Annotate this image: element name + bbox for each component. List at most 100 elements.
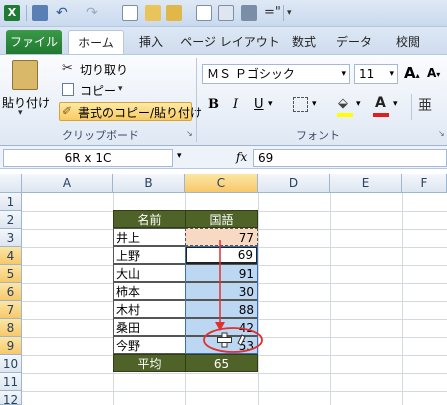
column-header-f[interactable]: F <box>402 174 447 193</box>
format-painter-icon: ✐ <box>62 104 73 118</box>
column-header-c[interactable]: C <box>185 174 258 193</box>
column-header-e[interactable]: E <box>330 174 402 193</box>
name-cell[interactable]: 上野 <box>113 246 186 264</box>
copy-source-cell[interactable]: 77 <box>185 228 258 246</box>
name-box[interactable]: 6R x 1C <box>3 149 173 167</box>
row-header[interactable]: 7 <box>0 301 22 319</box>
copy-icon[interactable] <box>62 83 74 96</box>
name-cell[interactable]: 柿本 <box>113 282 186 300</box>
average-value-cell[interactable]: 65 <box>185 354 258 372</box>
fx-button[interactable]: fx <box>236 150 247 164</box>
row-header[interactable]: 11 <box>0 373 22 391</box>
font-size-value: 11 <box>359 67 375 81</box>
group-separator <box>411 94 412 120</box>
score-cell[interactable]: 30 <box>185 282 258 300</box>
row-header[interactable]: 4 <box>0 247 22 265</box>
score-cell[interactable]: 88 <box>185 300 258 318</box>
borders-button[interactable] <box>293 97 308 112</box>
row-header[interactable]: 1 <box>0 193 22 211</box>
open-folder-icon[interactable] <box>145 5 161 21</box>
row-header[interactable]: 8 <box>0 319 22 337</box>
tab-formulas[interactable]: 数式 <box>284 30 324 54</box>
tab-file[interactable]: ファイル <box>6 30 62 54</box>
score-cell-active[interactable]: 69 <box>185 246 258 264</box>
redo-icon[interactable]: ↷ <box>86 5 102 21</box>
name-cell[interactable]: 井上 <box>113 228 186 246</box>
font-name-select[interactable]: ＭＳ Ｐゴシック ▾ <box>202 64 350 84</box>
quick-access-toolbar: X ↶ ↷ =" ▾ <box>0 0 447 27</box>
paste-button[interactable]: 貼り付け <box>2 94 50 111</box>
tab-review[interactable]: 校閲 <box>386 30 430 54</box>
copy-dropdown-icon[interactable]: ▾ <box>118 84 123 94</box>
column-header-b[interactable]: B <box>113 174 185 193</box>
name-box-dropdown-icon[interactable]: ▾ <box>177 151 182 161</box>
customize-dropdown-icon[interactable]: ▾ <box>287 5 303 21</box>
table-header-japanese[interactable]: 国語 <box>185 210 258 228</box>
copy-button[interactable]: コピー <box>80 82 116 99</box>
chevron-down-icon: ▾ <box>341 69 346 79</box>
print-preview-icon[interactable] <box>218 5 234 21</box>
cut-button[interactable]: 切り取り <box>80 61 128 78</box>
name-cell[interactable]: 木村 <box>113 300 186 318</box>
font-name-value: ＭＳ Ｐゴシック <box>207 67 295 81</box>
font-color-dropdown-icon[interactable]: ▾ <box>393 99 398 109</box>
bold-button[interactable]: B <box>208 97 219 112</box>
row-header[interactable]: 3 <box>0 229 22 247</box>
folder-icon[interactable] <box>166 5 182 21</box>
row-header[interactable]: 9 <box>0 337 22 355</box>
calendar-icon[interactable] <box>196 5 212 21</box>
paste-dropdown-icon[interactable]: ▾ <box>18 108 23 118</box>
score-cell[interactable]: 53 <box>185 336 258 354</box>
tab-page-layout[interactable]: ページ レイアウト <box>180 30 280 54</box>
chevron-down-icon: ▾ <box>389 69 394 79</box>
tab-home[interactable]: ホーム <box>68 30 124 54</box>
borders-dropdown-icon[interactable]: ▾ <box>312 99 317 109</box>
scissors-icon[interactable]: ✂ <box>62 61 73 76</box>
new-document-icon[interactable] <box>122 5 138 21</box>
gridline <box>22 391 447 392</box>
clipboard-group-label: クリップボード <box>62 129 139 142</box>
fill-color-button[interactable]: ⬙ <box>338 96 348 111</box>
italic-button[interactable]: I <box>233 97 238 112</box>
grow-font-button[interactable]: A▴ <box>404 64 420 82</box>
column-header-a[interactable]: A <box>22 174 113 193</box>
name-cell[interactable]: 今野 <box>113 336 186 354</box>
tab-data[interactable]: データ <box>332 30 376 54</box>
row-header[interactable]: 12 <box>0 391 22 405</box>
row-header[interactable]: 2 <box>0 211 22 229</box>
row-header[interactable]: 5 <box>0 265 22 283</box>
filter-icon[interactable] <box>241 5 257 21</box>
score-cell[interactable]: 91 <box>185 264 258 282</box>
equals-icon[interactable]: =" <box>264 5 281 21</box>
row-header[interactable]: 6 <box>0 283 22 301</box>
tab-insert[interactable]: 挿入 <box>128 30 174 54</box>
formula-input[interactable]: 69 <box>253 149 447 167</box>
name-cell[interactable]: 大山 <box>113 264 186 282</box>
font-group-label: フォント <box>296 129 340 142</box>
group-separator <box>196 58 197 142</box>
dialog-launcher-icon[interactable]: ↘ <box>438 129 445 138</box>
underline-dropdown-icon[interactable]: ▾ <box>268 99 273 109</box>
table-header-name[interactable]: 名前 <box>113 210 186 228</box>
name-cell[interactable]: 桑田 <box>113 318 186 336</box>
format-painter-label: 書式のコピー/貼り付け <box>78 106 203 120</box>
phonetic-button[interactable]: 亜 <box>418 95 432 115</box>
toolbar-separator <box>283 5 284 21</box>
average-label-cell[interactable]: 平均 <box>113 354 186 372</box>
paste-icon[interactable] <box>12 60 38 90</box>
shrink-font-button[interactable]: A▾ <box>427 66 440 80</box>
font-color-button[interactable]: A <box>375 95 386 111</box>
font-color-bar <box>373 113 389 117</box>
undo-icon[interactable]: ↶ <box>56 5 72 21</box>
score-cell[interactable]: 42 <box>185 318 258 336</box>
underline-button[interactable]: U <box>254 97 264 112</box>
dialog-launcher-icon[interactable]: ↘ <box>186 129 193 138</box>
save-icon[interactable] <box>32 5 48 21</box>
row-header[interactable]: 10 <box>0 355 22 373</box>
excel-logo-icon: X <box>4 5 20 21</box>
gridline <box>22 373 447 374</box>
font-size-select[interactable]: 11 ▾ <box>354 64 398 84</box>
column-header-d[interactable]: D <box>258 174 330 193</box>
fill-dropdown-icon[interactable]: ▾ <box>356 99 361 109</box>
select-all-corner[interactable] <box>0 174 22 193</box>
